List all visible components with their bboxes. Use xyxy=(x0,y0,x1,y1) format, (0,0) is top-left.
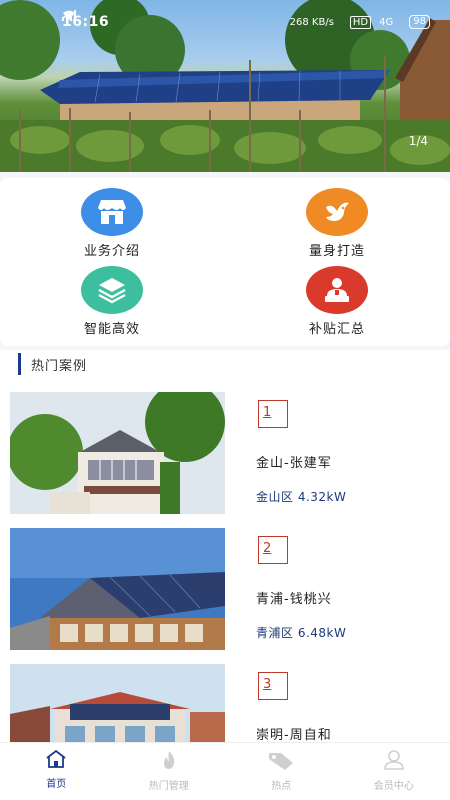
section-title: 热门案例 xyxy=(31,358,88,374)
case-meta: 金山区 4.32kW xyxy=(256,490,347,504)
case-item[interactable]: 1 金山-张建军 金山区 4.32kW xyxy=(10,392,430,514)
nav-label: 热门管理 xyxy=(148,781,189,792)
tag-icon xyxy=(266,753,296,775)
flame-icon xyxy=(158,751,180,775)
user-icon xyxy=(383,750,405,775)
quick-links-card: 业务介绍 量身打造 智能高效 补贴汇总 xyxy=(0,178,450,346)
network-speed: 268 KB/s xyxy=(289,16,334,28)
banner-carousel[interactable]: 16:16 268 KB/s HD 4G 98 1/4 xyxy=(0,0,450,172)
case-thumbnail xyxy=(10,528,225,650)
case-item[interactable]: 2 青浦-钱桃兴 青浦区 6.48kW xyxy=(10,528,430,650)
home-icon xyxy=(45,749,67,773)
quick-links-section: 业务介绍 量身打造 智能高效 补贴汇总 xyxy=(0,172,450,350)
nav-hotspot[interactable]: 热点 xyxy=(225,743,338,800)
quick-link-business-intro[interactable]: 业务介绍 xyxy=(52,188,172,259)
battery-indicator: 98 xyxy=(409,15,430,29)
case-number-link[interactable]: 3 xyxy=(258,672,288,700)
case-number-link[interactable]: 2 xyxy=(258,536,288,564)
quick-link-label: 补贴汇总 xyxy=(308,322,365,337)
quick-link-label: 业务介绍 xyxy=(83,244,140,259)
banner-page-counter: 1/4 xyxy=(408,134,428,148)
case-thumbnail xyxy=(10,392,225,514)
store-icon xyxy=(81,188,143,236)
case-name: 青浦-钱桃兴 xyxy=(256,592,332,607)
nav-home[interactable]: 首页 xyxy=(0,743,113,800)
hd-badge: HD xyxy=(349,15,372,29)
quick-link-tailor-made[interactable]: 量身打造 xyxy=(277,188,397,259)
person-podium-icon xyxy=(306,266,368,314)
layers-icon xyxy=(81,266,143,314)
quick-link-label: 量身打造 xyxy=(308,244,365,259)
section-title-accent xyxy=(18,353,21,375)
case-name: 崇明-周自和 xyxy=(256,728,332,743)
quick-link-subsidy-summary[interactable]: 补贴汇总 xyxy=(277,266,397,337)
section-header-hot-cases: 热门案例 xyxy=(18,352,87,376)
nav-label: 热点 xyxy=(271,781,292,792)
nav-hot-management[interactable]: 热门管理 xyxy=(113,743,226,800)
quick-link-smart-efficient[interactable]: 智能高效 xyxy=(52,266,172,337)
quick-link-label: 智能高效 xyxy=(83,322,140,337)
signal-label: 4G xyxy=(379,16,394,28)
bird-icon xyxy=(306,188,368,236)
case-number-link[interactable]: 1 xyxy=(258,400,288,428)
case-meta: 青浦区 6.48kW xyxy=(256,626,347,640)
case-name: 金山-张建军 xyxy=(256,456,332,471)
bottom-navigation: 首页 热门管理 热点 会员中心 xyxy=(0,742,450,800)
status-bar: 16:16 268 KB/s HD 4G 98 xyxy=(62,10,430,34)
nav-label: 会员中心 xyxy=(373,781,414,792)
nav-label: 首页 xyxy=(46,779,67,790)
nav-member-center[interactable]: 会员中心 xyxy=(338,743,450,800)
